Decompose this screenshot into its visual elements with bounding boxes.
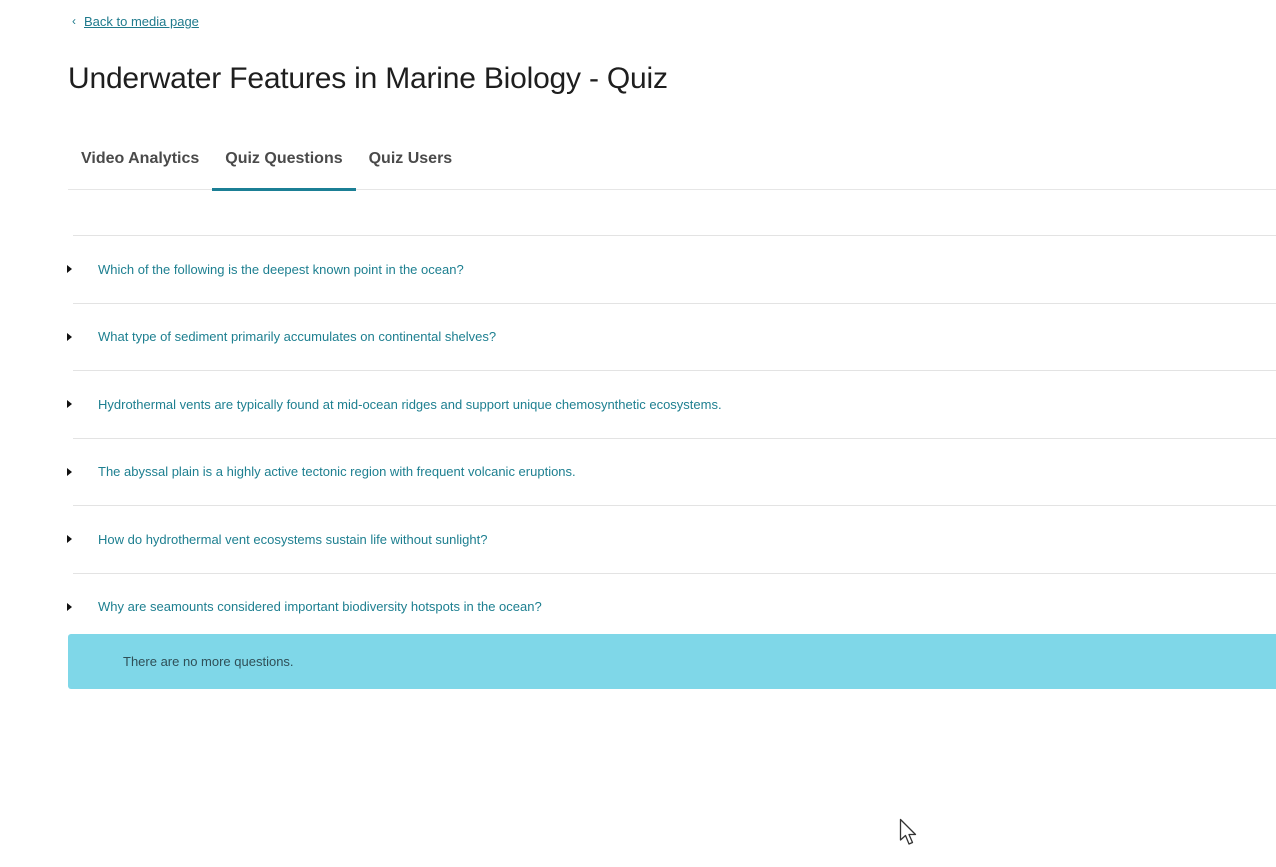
no-more-questions-notice: There are no more questions. <box>68 634 1276 689</box>
tab-quiz-users[interactable]: Quiz Users <box>356 134 466 190</box>
back-to-media-link[interactable]: ‹ Back to media page <box>72 13 199 30</box>
question-text: Which of the following is the deepest kn… <box>98 261 464 277</box>
tab-bar: Video Analytics Quiz Questions Quiz User… <box>68 134 1276 191</box>
question-list: Which of the following is the deepest kn… <box>67 235 1276 640</box>
back-link-label: Back to media page <box>84 14 199 29</box>
tab-video-analytics[interactable]: Video Analytics <box>68 134 212 190</box>
page-title: Underwater Features in Marine Biology - … <box>68 62 668 95</box>
question-text: How do hydrothermal vent ecosystems sust… <box>98 531 488 547</box>
question-row[interactable]: The abyssal plain is a highly active tec… <box>67 439 1276 506</box>
question-text: Hydrothermal vents are typically found a… <box>98 396 722 412</box>
mouse-pointer-icon <box>899 818 917 845</box>
caret-right-icon <box>67 400 72 409</box>
question-text: The abyssal plain is a highly active tec… <box>98 464 576 480</box>
notice-text: There are no more questions. <box>123 654 294 669</box>
question-text: Why are seamounts considered important b… <box>98 599 542 614</box>
question-row[interactable]: Hydrothermal vents are typically found a… <box>67 371 1276 439</box>
tab-quiz-questions[interactable]: Quiz Questions <box>212 134 356 191</box>
caret-right-icon <box>67 265 72 274</box>
caret-right-icon <box>67 535 72 544</box>
question-row[interactable]: What type of sediment primarily accumula… <box>67 304 1276 371</box>
question-row[interactable]: How do hydrothermal vent ecosystems sust… <box>67 506 1276 574</box>
caret-right-icon <box>67 467 72 476</box>
question-row[interactable]: Why are seamounts considered important b… <box>67 574 1276 640</box>
question-text: What type of sediment primarily accumula… <box>98 329 497 345</box>
caret-right-icon <box>67 602 72 611</box>
question-row[interactable]: Which of the following is the deepest kn… <box>67 236 1276 304</box>
chevron-left-icon: ‹ <box>72 13 76 28</box>
caret-right-icon <box>67 332 72 341</box>
